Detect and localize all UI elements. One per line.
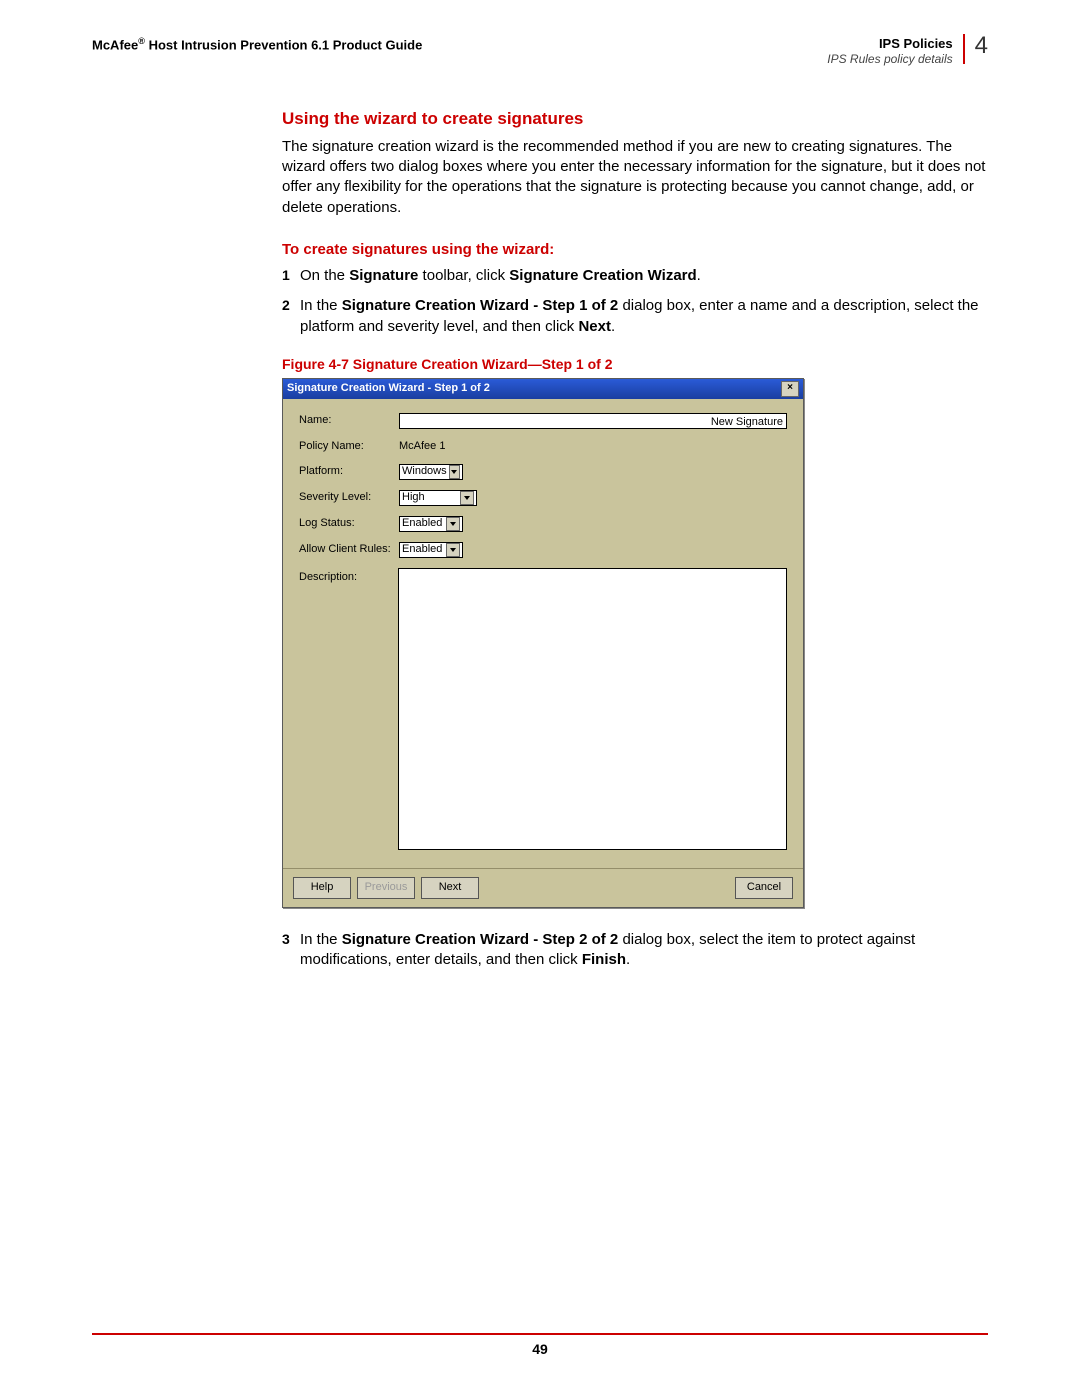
figure-caption: Figure 4-7 Signature Creation Wizard—Ste… — [282, 355, 988, 374]
policy-label: Policy Name: — [299, 439, 399, 454]
step-1: 1 On the Signature toolbar, click Signat… — [282, 266, 988, 286]
severity-select[interactable]: High — [399, 490, 477, 506]
step-number: 3 — [282, 930, 290, 949]
section-subtitle: IPS Rules policy details — [827, 52, 962, 66]
help-button[interactable]: Help — [293, 877, 351, 899]
step-3: 3 In the Signature Creation Wizard - Ste… — [282, 930, 988, 971]
chevron-down-icon[interactable] — [460, 491, 474, 505]
platform-select[interactable]: Windows — [399, 464, 463, 480]
dialog-titlebar[interactable]: Signature Creation Wizard - Step 1 of 2 … — [283, 379, 803, 399]
step-number: 2 — [282, 296, 290, 315]
chevron-down-icon[interactable] — [446, 517, 460, 531]
client-rules-select[interactable]: Enabled — [399, 542, 463, 558]
step-2: 2 In the Signature Creation Wizard - Ste… — [282, 296, 988, 337]
platform-label: Platform: — [299, 464, 399, 479]
severity-label: Severity Level: — [299, 490, 399, 505]
chevron-down-icon[interactable] — [446, 543, 460, 557]
chapter-number: 4 — [963, 34, 988, 64]
content: Using the wizard to create signatures Th… — [282, 108, 988, 970]
description-label: Description: — [299, 568, 398, 585]
registered-mark: ® — [138, 36, 145, 46]
guide-title: Host Intrusion Prevention 6.1 Product Gu… — [145, 37, 422, 52]
header-right: IPS Policies IPS Rules policy details 4 — [827, 36, 988, 66]
subheading: To create signatures using the wizard: — [282, 240, 988, 260]
page-header: McAfee® Host Intrusion Prevention 6.1 Pr… — [92, 36, 988, 66]
description-textarea[interactable] — [398, 568, 787, 850]
cancel-button[interactable]: Cancel — [735, 877, 793, 899]
next-button[interactable]: Next — [421, 877, 479, 899]
client-rules-label: Allow Client Rules: — [299, 542, 399, 557]
close-icon[interactable]: × — [781, 381, 799, 397]
previous-button: Previous — [357, 877, 415, 899]
name-label: Name: — [299, 413, 399, 428]
section-title: IPS Policies — [879, 36, 963, 52]
footer-rule — [92, 1333, 988, 1335]
dialog-title: Signature Creation Wizard - Step 1 of 2 — [287, 381, 490, 396]
chevron-down-icon[interactable] — [449, 465, 460, 479]
page-number: 49 — [0, 1341, 1080, 1357]
brand: McAfee — [92, 37, 138, 52]
policy-value: McAfee 1 — [399, 439, 445, 454]
log-status-select[interactable]: Enabled — [399, 516, 463, 532]
dialog-button-bar: Help Previous Next Cancel — [283, 868, 803, 907]
header-left: McAfee® Host Intrusion Prevention 6.1 Pr… — [92, 36, 422, 52]
log-label: Log Status: — [299, 516, 399, 531]
step-number: 1 — [282, 266, 290, 285]
signature-wizard-dialog: Signature Creation Wizard - Step 1 of 2 … — [282, 378, 804, 908]
heading: Using the wizard to create signatures — [282, 108, 988, 131]
name-input[interactable]: New Signature — [399, 413, 787, 429]
intro-paragraph: The signature creation wizard is the rec… — [282, 137, 988, 218]
